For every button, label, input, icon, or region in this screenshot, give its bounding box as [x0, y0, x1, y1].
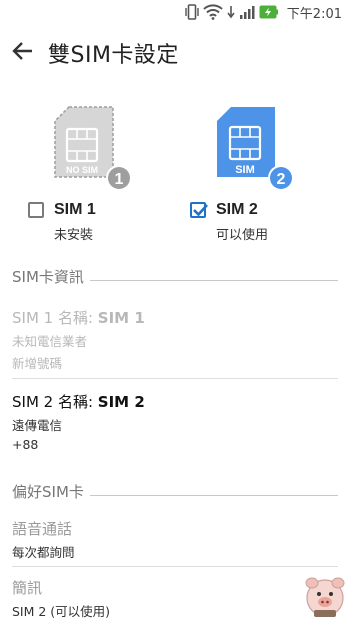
sms-title: 簡訊	[12, 579, 43, 597]
divider	[12, 566, 338, 567]
status-bar: 下午2:01	[0, 0, 350, 25]
sim2-carrier: 遠傳電信	[12, 418, 63, 433]
sim1-label: SIM 1	[54, 201, 96, 218]
sim2-info-item[interactable]: SIM 2 名稱: SIM 2 遠傳電信 +88	[12, 391, 338, 452]
sim2-card-graphic[interactable]: SIM 2	[215, 105, 297, 197]
page-title: 雙SIM卡設定	[48, 43, 179, 68]
sim1-info-item[interactable]: SIM 1 名稱: SIM 1 未知電信業者 新增號碼	[12, 307, 338, 372]
section-divider	[89, 495, 338, 496]
checkmark-icon	[193, 204, 208, 217]
voice-call-setting[interactable]: 語音通話 每次都詢問	[12, 518, 338, 561]
signal-icon	[239, 6, 255, 19]
app-bar: 雙SIM卡設定	[0, 25, 350, 77]
sim1-toggle[interactable]: SIM 1	[28, 201, 96, 219]
status-time: 下午2:01	[286, 6, 342, 22]
sim2-number: +88	[12, 437, 39, 452]
sim1-card-graphic[interactable]: NO SIM 1	[53, 105, 135, 197]
sim1-name-prefix: SIM 1 名稱:	[12, 309, 98, 327]
sim2-graphic-label: SIM	[235, 164, 255, 176]
vibrate-icon	[185, 4, 199, 20]
watermark-mascot-icon	[302, 574, 348, 620]
section-divider	[89, 280, 338, 281]
sim1-name-row: SIM 1 名稱: SIM 1	[12, 307, 338, 328]
sim1-checkbox[interactable]	[28, 202, 44, 218]
divider	[12, 378, 338, 379]
voice-call-value: 每次都詢問	[12, 545, 75, 560]
sim2-name-prefix: SIM 2 名稱:	[12, 393, 98, 411]
sms-value: SIM 2 (可以使用)	[12, 604, 111, 619]
section-title: 偏好SIM卡	[12, 483, 84, 501]
sim2-label: SIM 2	[216, 201, 258, 218]
section-title: SIM卡資訊	[12, 268, 84, 286]
section-header-preferred-sim: 偏好SIM卡	[12, 481, 338, 502]
voice-call-title: 語音通話	[12, 520, 73, 538]
sim-card-active-icon: SIM 2	[217, 107, 294, 191]
sim2-slot-number: 2	[277, 171, 286, 188]
sim2-status: 可以使用	[216, 228, 269, 243]
sim-card-empty-icon: NO SIM 1	[54, 106, 132, 191]
download-icon	[227, 6, 235, 19]
sim1-number: 新增號碼	[12, 356, 63, 371]
back-button[interactable]	[10, 38, 36, 64]
sim1-name: SIM 1	[97, 309, 145, 327]
sim2-checkbox[interactable]	[190, 202, 208, 218]
sim2-name-row: SIM 2 名稱: SIM 2	[12, 391, 338, 412]
wifi-icon	[203, 4, 223, 20]
section-header-sim-info: SIM卡資訊	[12, 266, 338, 287]
sms-setting[interactable]: 簡訊 SIM 2 (可以使用)	[12, 577, 338, 620]
sim2-name: SIM 2	[97, 393, 145, 411]
battery-charging-icon	[259, 5, 278, 19]
sim1-slot-number: 1	[115, 171, 124, 188]
sim1-graphic-label: NO SIM	[66, 165, 98, 175]
arrow-left-icon	[12, 42, 32, 60]
status-icons: 下午2:01	[185, 3, 342, 22]
sim1-carrier: 未知電信業者	[12, 334, 88, 349]
sim2-toggle[interactable]: SIM 2	[190, 201, 258, 219]
sim1-status: 未安裝	[54, 228, 94, 243]
